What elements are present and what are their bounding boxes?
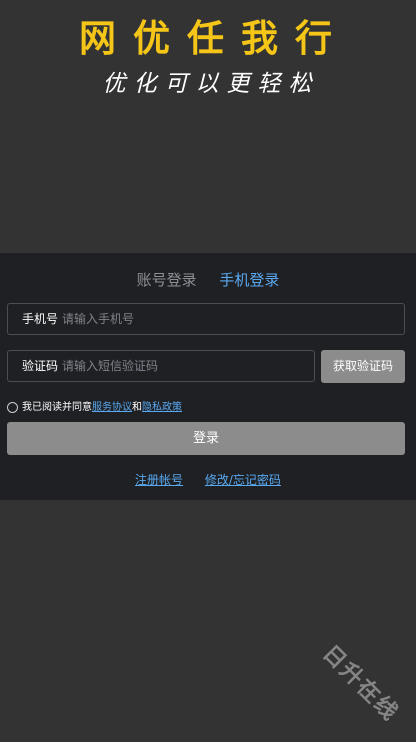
agreement-row: 我已阅读并同意服务协议和隐私政策 <box>7 401 182 415</box>
login-tabs: 账号登录 手机登录 <box>0 269 416 290</box>
phone-label: 手机号 <box>22 312 59 326</box>
register-link[interactable]: 注册帐号 <box>135 473 183 487</box>
get-code-button[interactable]: 获取验证码 <box>321 350 405 383</box>
brand-title: 网优任我行 <box>79 17 349 60</box>
footer-links: 注册帐号 修改/忘记密码 <box>0 471 416 488</box>
login-panel: 账号登录 手机登录 手机号 验证码 获取验证码 我已阅读并同意服务协议和隐私政策… <box>0 253 416 500</box>
agreement-joiner: 和 <box>132 402 142 413</box>
tab-account-login[interactable]: 账号登录 <box>128 269 206 290</box>
privacy-policy-link[interactable]: 隐私政策 <box>142 402 182 413</box>
login-button[interactable]: 登录 <box>7 422 405 455</box>
code-label: 验证码 <box>22 359 59 373</box>
agreement-text: 我已阅读并同意 <box>22 402 92 413</box>
reset-password-link[interactable]: 修改/忘记密码 <box>205 473 281 487</box>
service-agreement-link[interactable]: 服务协议 <box>92 402 132 413</box>
phone-field: 手机号 <box>7 303 405 335</box>
code-field: 验证码 <box>7 350 315 382</box>
agreement-radio[interactable] <box>7 402 18 413</box>
code-input[interactable] <box>62 351 302 381</box>
brand-slogan: 优化可以更轻松 <box>102 71 320 97</box>
hero-banner: 网优任我行 优化可以更轻松 <box>0 0 416 252</box>
watermark: 日升在线 <box>317 640 404 727</box>
phone-input[interactable] <box>62 304 392 334</box>
tab-phone-login[interactable]: 手机登录 <box>210 269 288 290</box>
